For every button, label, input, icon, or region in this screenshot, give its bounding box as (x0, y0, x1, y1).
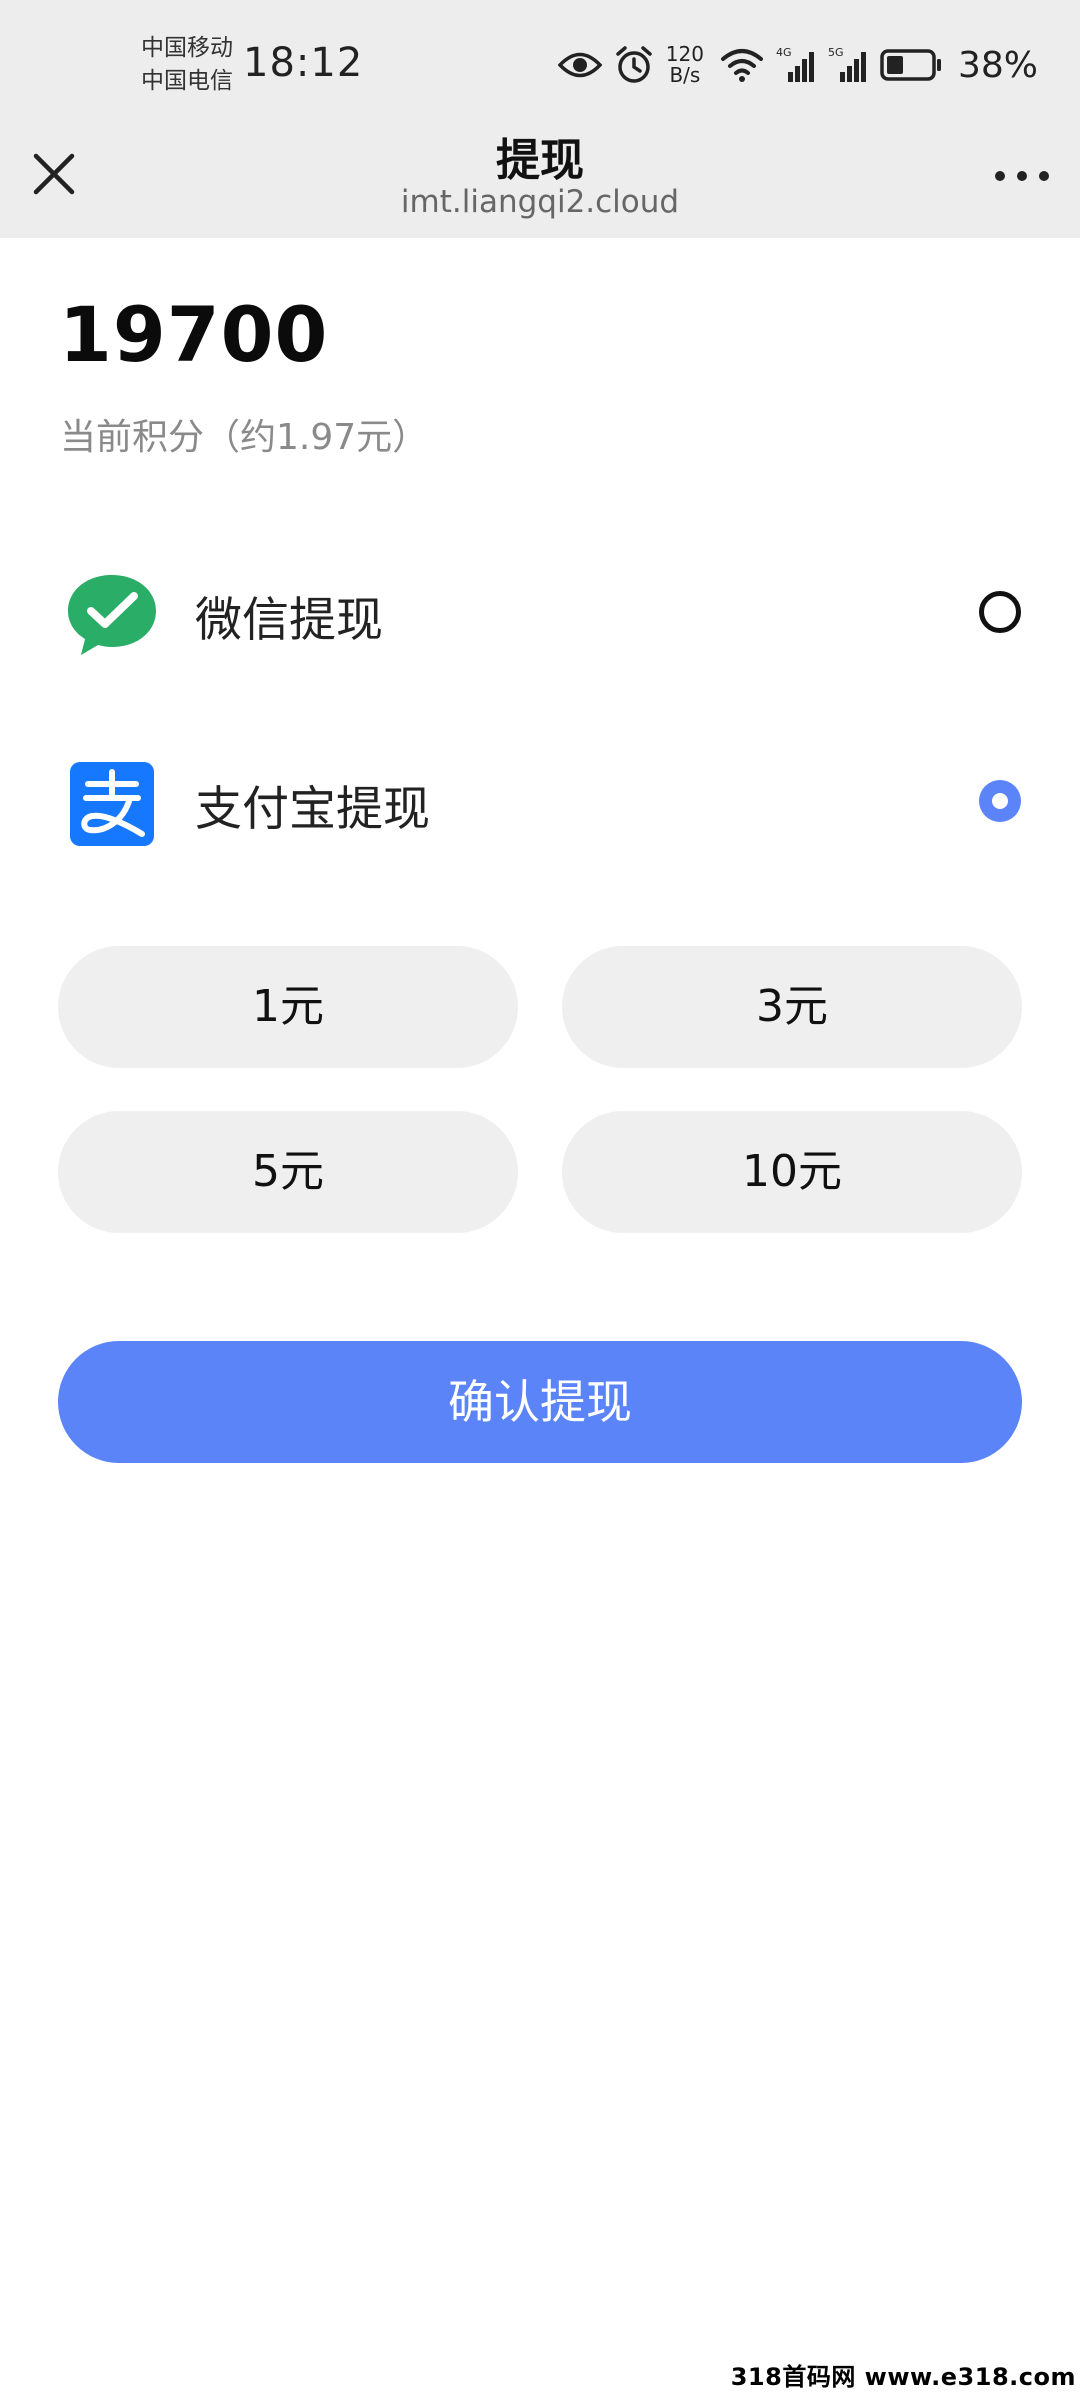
signal-5g-icon: 5G (828, 46, 866, 82)
eye-icon (557, 52, 602, 78)
alipay-radio[interactable] (979, 780, 1021, 822)
carrier-1: 中国移动 (141, 35, 233, 61)
wechat-radio[interactable] (979, 591, 1021, 633)
signal-4g-icon: 4G (776, 46, 814, 82)
watermark: 318首码网 www.e318.com (730, 2363, 1076, 2391)
more-icon (995, 171, 1049, 181)
more-button[interactable] (990, 156, 1054, 196)
points-subtitle: 当前积分（约1.97元） (60, 417, 429, 458)
method-alipay[interactable]: 支付宝提现 (0, 740, 1080, 860)
status-bar: 中国移动 中国电信 18:12 120 B/s 4G 5G 38% (0, 0, 1080, 130)
amount-option-5[interactable]: 5元 (58, 1111, 518, 1233)
method-wechat[interactable]: 微信提现 (0, 551, 1080, 671)
amount-option-1[interactable]: 1元 (58, 946, 518, 1068)
nav-bar: 提现 imt.liangqi2.cloud (0, 120, 1080, 238)
method-alipay-label: 支付宝提现 (195, 782, 430, 837)
signal-5g-label: 5G (828, 46, 844, 59)
amount-option-3[interactable]: 3元 (562, 946, 1022, 1068)
top-bar: 中国移动 中国电信 18:12 120 B/s 4G 5G 38% 提现 imt… (0, 0, 1080, 238)
net-speed-value: 120 (665, 42, 704, 66)
status-icons: 120 B/s 4G 5G 38% (557, 40, 1038, 90)
battery-percent: 38% (957, 44, 1038, 86)
confirm-withdraw-button[interactable]: 确认提现 (58, 1341, 1022, 1463)
clock: 18:12 (243, 40, 364, 86)
carrier-2: 中国电信 (141, 68, 233, 94)
signal-4g-label: 4G (776, 46, 792, 59)
amount-option-10[interactable]: 10元 (562, 1111, 1022, 1233)
page-title: 提现 (496, 135, 584, 186)
points-value: 19700 (59, 290, 329, 379)
net-speed: 120 B/s (666, 44, 704, 86)
page-url: imt.liangqi2.cloud (400, 184, 680, 220)
net-speed-unit: B/s (669, 63, 701, 87)
wifi-icon (720, 49, 763, 82)
method-wechat-label: 微信提现 (195, 593, 383, 648)
battery-icon (880, 49, 941, 81)
wechat-icon (68, 575, 156, 655)
alipay-icon (70, 762, 154, 846)
carrier-info: 中国移动 中国电信 (141, 32, 233, 98)
alarm-icon (616, 46, 652, 83)
